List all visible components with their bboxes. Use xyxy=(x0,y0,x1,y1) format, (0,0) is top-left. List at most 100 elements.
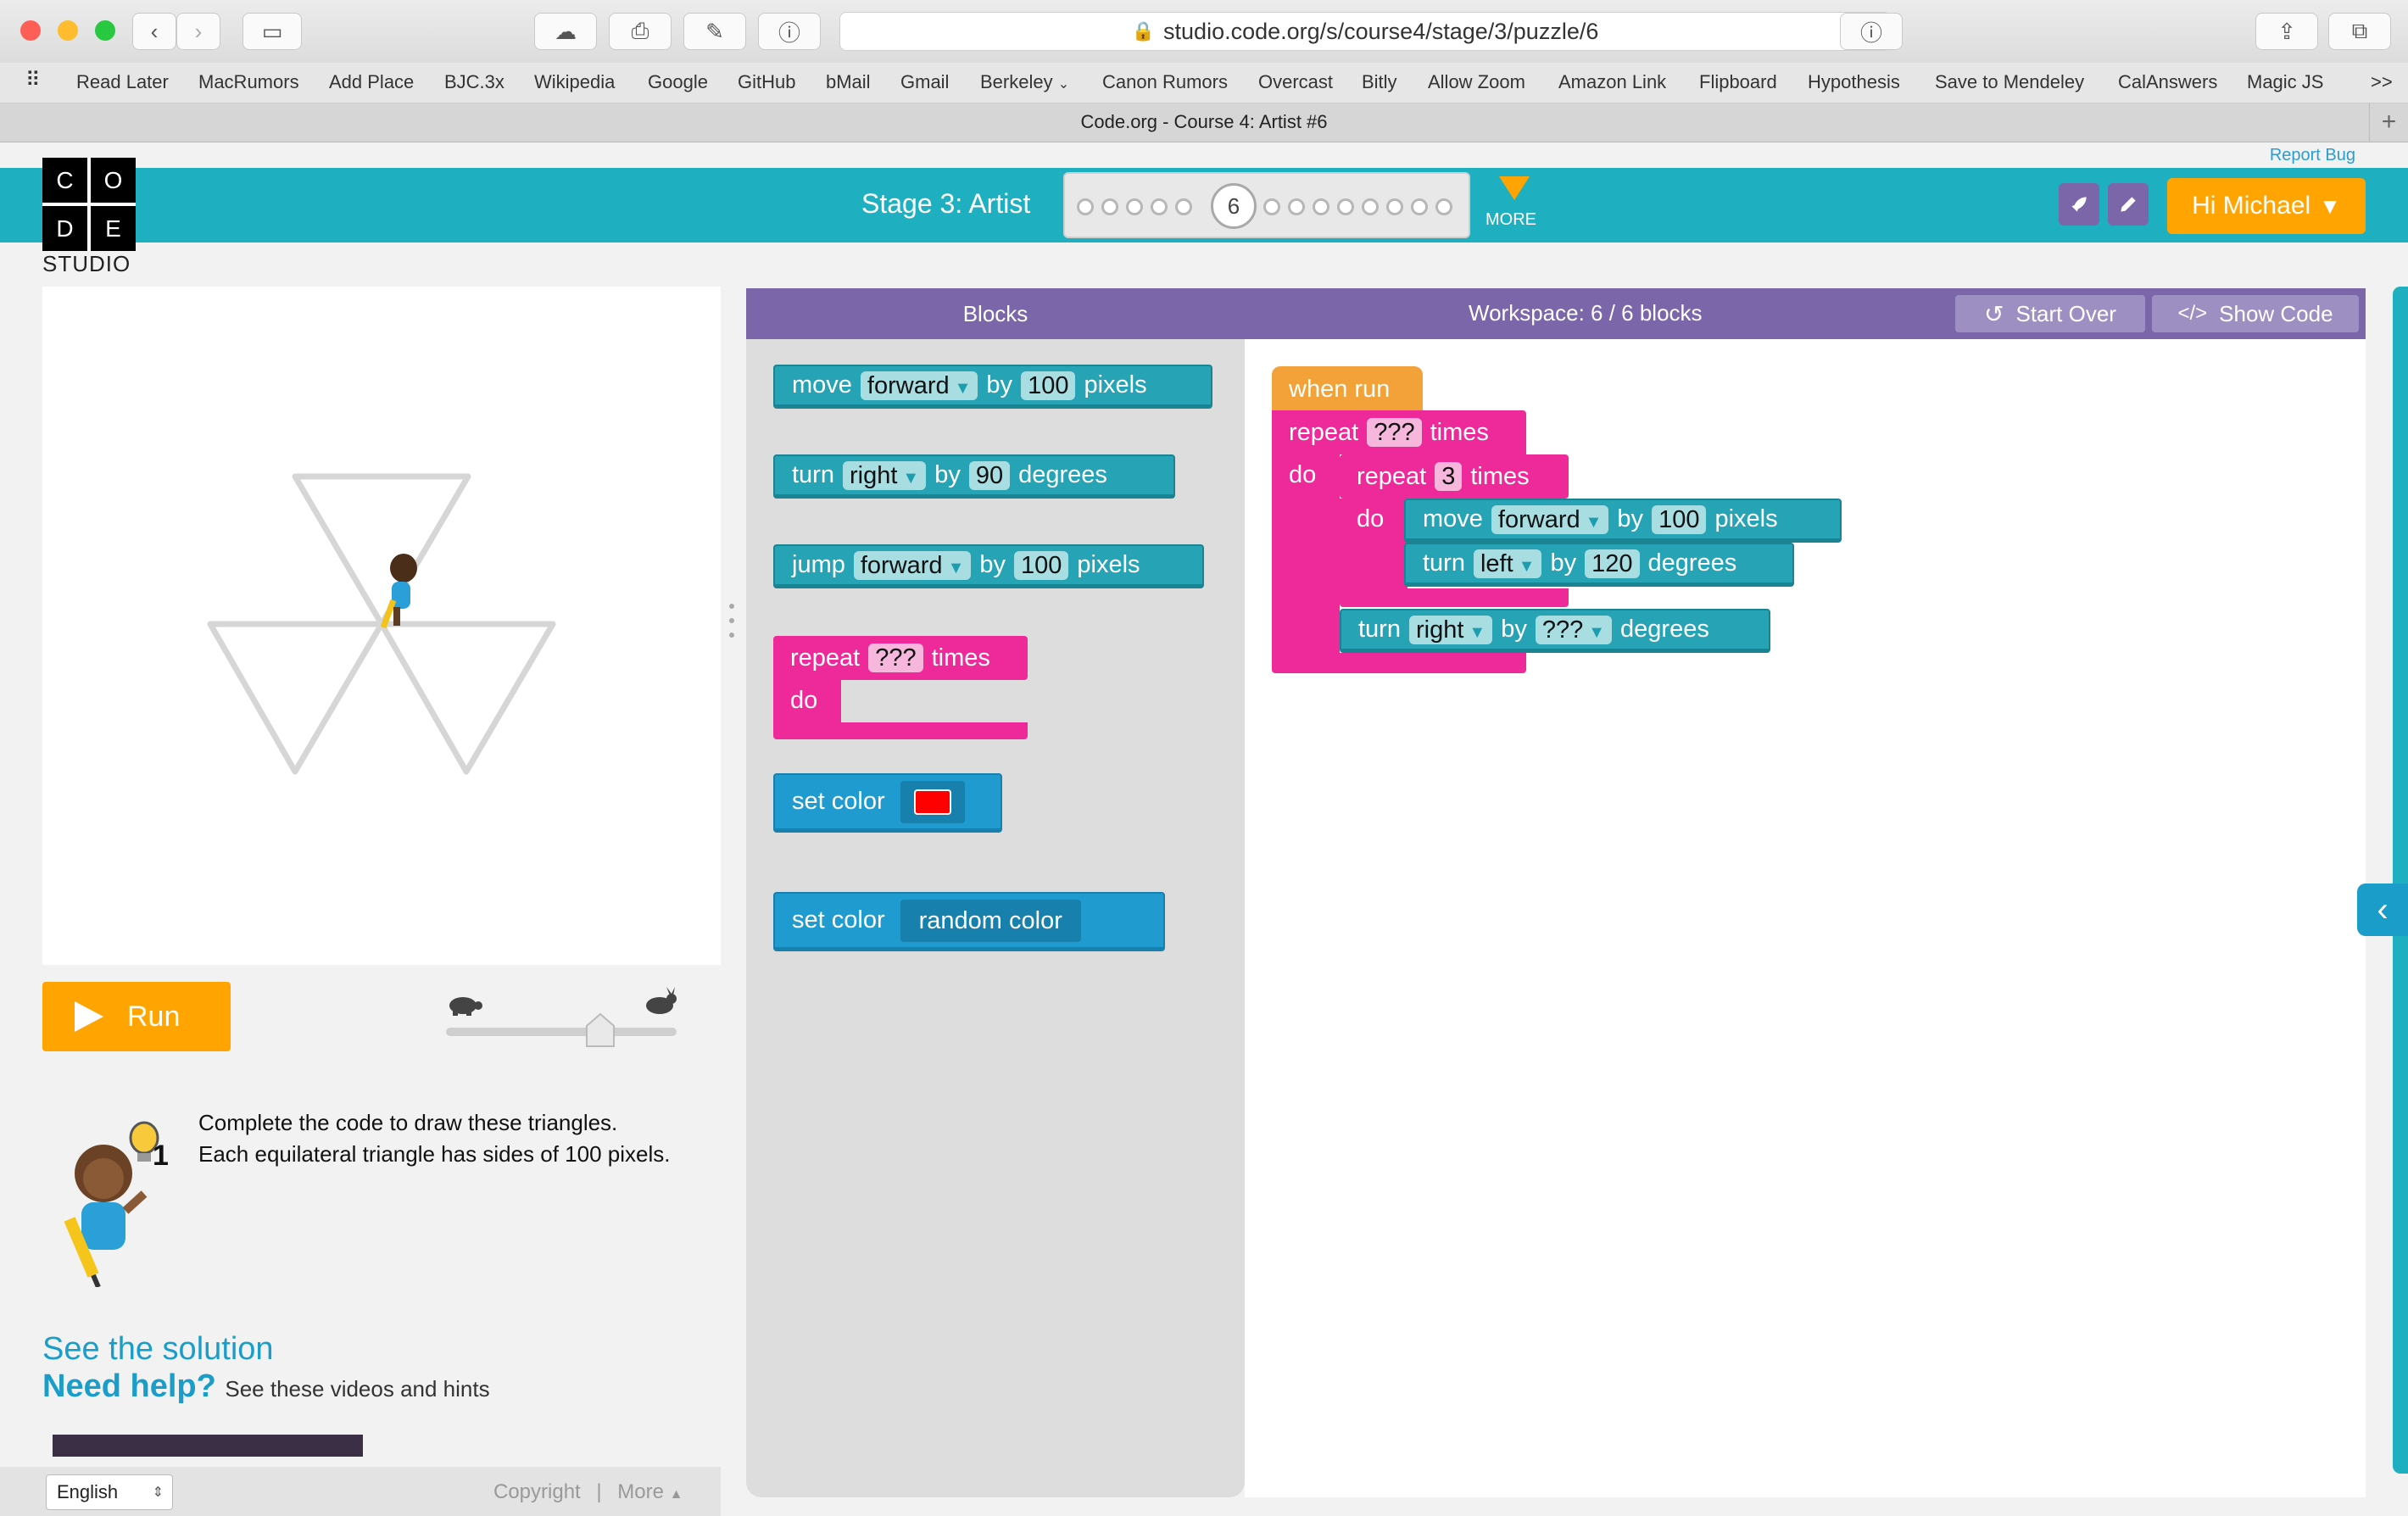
inner-repeat-count-field[interactable]: 3 xyxy=(1435,462,1463,491)
puzzle-dot[interactable] xyxy=(1288,198,1305,215)
puzzle-dot[interactable] xyxy=(1313,198,1329,215)
help-video-thumbnail[interactable] xyxy=(53,1435,363,1457)
bookmark-item[interactable]: bMail xyxy=(826,71,871,93)
current-puzzle[interactable]: 6 xyxy=(1211,183,1257,229)
language-select[interactable]: English ⇕ xyxy=(46,1474,173,1510)
repeat-count-field[interactable]: ??? xyxy=(868,644,923,672)
bookmark-item[interactable]: Bitly xyxy=(1362,71,1397,93)
turn-direction-dropdown[interactable]: right ▼ xyxy=(1408,615,1493,644)
more-triangle-icon[interactable] xyxy=(1499,176,1530,200)
turn-direction-dropdown[interactable]: right ▼ xyxy=(842,460,927,490)
direction-dropdown[interactable]: forward ▼ xyxy=(853,550,972,580)
puzzle-dot[interactable] xyxy=(1175,198,1192,215)
copyright-link[interactable]: Copyright xyxy=(493,1480,581,1503)
collapse-chevron-left-icon[interactable]: ‹ xyxy=(2357,883,2408,936)
close-window-icon[interactable] xyxy=(20,20,41,41)
angle-field[interactable]: 120 xyxy=(1585,549,1640,578)
address-bar[interactable]: 🔒 studio.code.org/s/course4/stage/3/puzz… xyxy=(839,12,1891,51)
footer-more-link[interactable]: More xyxy=(617,1480,664,1503)
back-icon[interactable]: ‹ xyxy=(132,13,176,50)
reader-info-icon[interactable]: ⓘ xyxy=(1840,13,1903,50)
bookmark-item[interactable]: Read Later xyxy=(76,71,169,93)
code-studio-logo[interactable]: C O D E xyxy=(42,158,136,251)
bookmark-item[interactable]: Google xyxy=(648,71,708,93)
color-socket[interactable] xyxy=(900,780,965,823)
bookmark-item[interactable]: CalAnswers xyxy=(2118,71,2217,93)
new-tab-icon[interactable]: + xyxy=(2369,103,2408,142)
puzzle-dot[interactable] xyxy=(1362,198,1379,215)
run-button[interactable]: Run xyxy=(42,982,231,1051)
grid-apps-icon[interactable]: ⠿ xyxy=(25,68,41,92)
bookmarks-overflow-icon[interactable]: >> xyxy=(2371,71,2393,93)
bookmark-item[interactable]: GitHub xyxy=(738,71,795,93)
bookmark-item[interactable]: Hypothesis xyxy=(1808,71,1900,93)
bookmark-item[interactable]: Magic JS xyxy=(2247,71,2323,93)
turn-direction-dropdown[interactable]: left ▼ xyxy=(1473,549,1542,578)
bookmark-item[interactable]: Flipboard xyxy=(1699,71,1777,93)
puzzle-dot[interactable] xyxy=(1337,198,1354,215)
sidebar-icon[interactable]: ▭ xyxy=(242,13,302,50)
set-color-block[interactable]: set color xyxy=(773,773,1002,833)
set-color-random-block[interactable]: set color random color xyxy=(773,892,1165,951)
turn-right-block[interactable]: turn right ▼ by ??? ▼ degrees xyxy=(1340,609,1770,653)
repeat-block[interactable]: repeat ??? times do xyxy=(773,636,1028,743)
puzzle-dot[interactable] xyxy=(1411,198,1428,215)
bookmark-item[interactable]: BJC.3x xyxy=(444,71,504,93)
outer-repeat-count-field[interactable]: ??? xyxy=(1367,418,1422,447)
show-code-button[interactable]: </> Show Code xyxy=(2152,295,2359,332)
speed-slider[interactable] xyxy=(446,1028,677,1036)
jump-forward-block[interactable]: jump forward ▼ by 100 pixels xyxy=(773,544,1204,588)
turn-right-block[interactable]: turn right ▼ by 90 degrees xyxy=(773,454,1175,499)
bookmark-item[interactable]: Gmail xyxy=(900,71,949,93)
minimize-window-icon[interactable] xyxy=(58,20,78,41)
distance-field[interactable]: 100 xyxy=(1014,550,1069,580)
share-icon[interactable]: ⇪ xyxy=(2255,13,2318,50)
puzzle-dot[interactable] xyxy=(1151,198,1168,215)
puzzle-dot[interactable] xyxy=(1263,198,1280,215)
right-scroll-edge[interactable] xyxy=(2393,287,2408,1474)
more-link[interactable]: MORE xyxy=(1485,210,1536,230)
puzzle-dot[interactable] xyxy=(1435,198,1452,215)
angle-field[interactable]: 90 xyxy=(968,460,1011,490)
report-bug-link[interactable]: Report Bug xyxy=(2270,146,2355,165)
panel-resize-handle[interactable] xyxy=(727,604,736,638)
print-icon[interactable]: ⎙ xyxy=(609,13,672,50)
info-icon[interactable]: ⓘ xyxy=(758,13,821,50)
cloud-icon[interactable]: ☁ xyxy=(534,13,597,50)
speed-slider-handle[interactable] xyxy=(585,1012,616,1048)
puzzle-dot[interactable] xyxy=(1101,198,1118,215)
red-color-swatch[interactable] xyxy=(913,789,951,815)
artist-canvas[interactable] xyxy=(42,287,721,965)
turn-left-block[interactable]: turn left ▼ by 120 degrees xyxy=(1404,543,1794,587)
bookmark-item[interactable]: Allow Zoom xyxy=(1428,71,1525,93)
angle-dropdown[interactable]: ??? ▼ xyxy=(1535,615,1613,644)
tab-title[interactable]: Code.org - Course 4: Artist #6 xyxy=(1080,111,1327,132)
puzzle-dot[interactable] xyxy=(1386,198,1403,215)
direction-dropdown[interactable]: forward ▼ xyxy=(860,371,978,400)
when-run-block[interactable]: when run xyxy=(1272,366,1423,412)
tabs-overview-icon[interactable]: ⧉ xyxy=(2328,13,2391,50)
bookmark-item[interactable]: Canon Rumors xyxy=(1102,71,1228,93)
bookmark-item[interactable]: Overcast xyxy=(1258,71,1333,93)
bookmark-item[interactable]: Add Place xyxy=(329,71,414,93)
puzzle-dot[interactable] xyxy=(1126,198,1143,215)
move-forward-block[interactable]: move forward ▼ by 100 pixels xyxy=(773,365,1212,409)
markup-icon[interactable]: ✎ xyxy=(683,13,746,50)
start-over-button[interactable]: ↺ Start Over xyxy=(1955,295,2145,332)
hint-lightbulb-icon[interactable]: 1 xyxy=(122,1117,178,1172)
zoom-window-icon[interactable] xyxy=(95,20,115,41)
code-workspace[interactable]: when run repeat ??? times do repeat 3 ti… xyxy=(1245,339,2366,1497)
move-forward-block[interactable]: move forward ▼ by 100 pixels xyxy=(1404,499,1842,543)
distance-field[interactable]: 100 xyxy=(1652,504,1707,534)
bookmark-item[interactable]: Berkeley ⌄ xyxy=(980,71,1069,93)
direction-dropdown[interactable]: forward ▼ xyxy=(1491,504,1609,534)
bookmark-item[interactable]: Save to Mendeley xyxy=(1935,71,2084,93)
random-color-socket[interactable]: random color xyxy=(900,899,1081,942)
distance-field[interactable]: 100 xyxy=(1021,371,1076,400)
forward-icon[interactable]: › xyxy=(176,13,220,50)
pencil-icon[interactable] xyxy=(2108,183,2149,226)
see-solution-link[interactable]: See the solution xyxy=(42,1331,274,1368)
bookmark-item[interactable]: Amazon Link xyxy=(1558,71,1666,93)
user-menu-button[interactable]: Hi Michael ▼ xyxy=(2167,178,2366,234)
bookmark-item[interactable]: MacRumors xyxy=(198,71,299,93)
